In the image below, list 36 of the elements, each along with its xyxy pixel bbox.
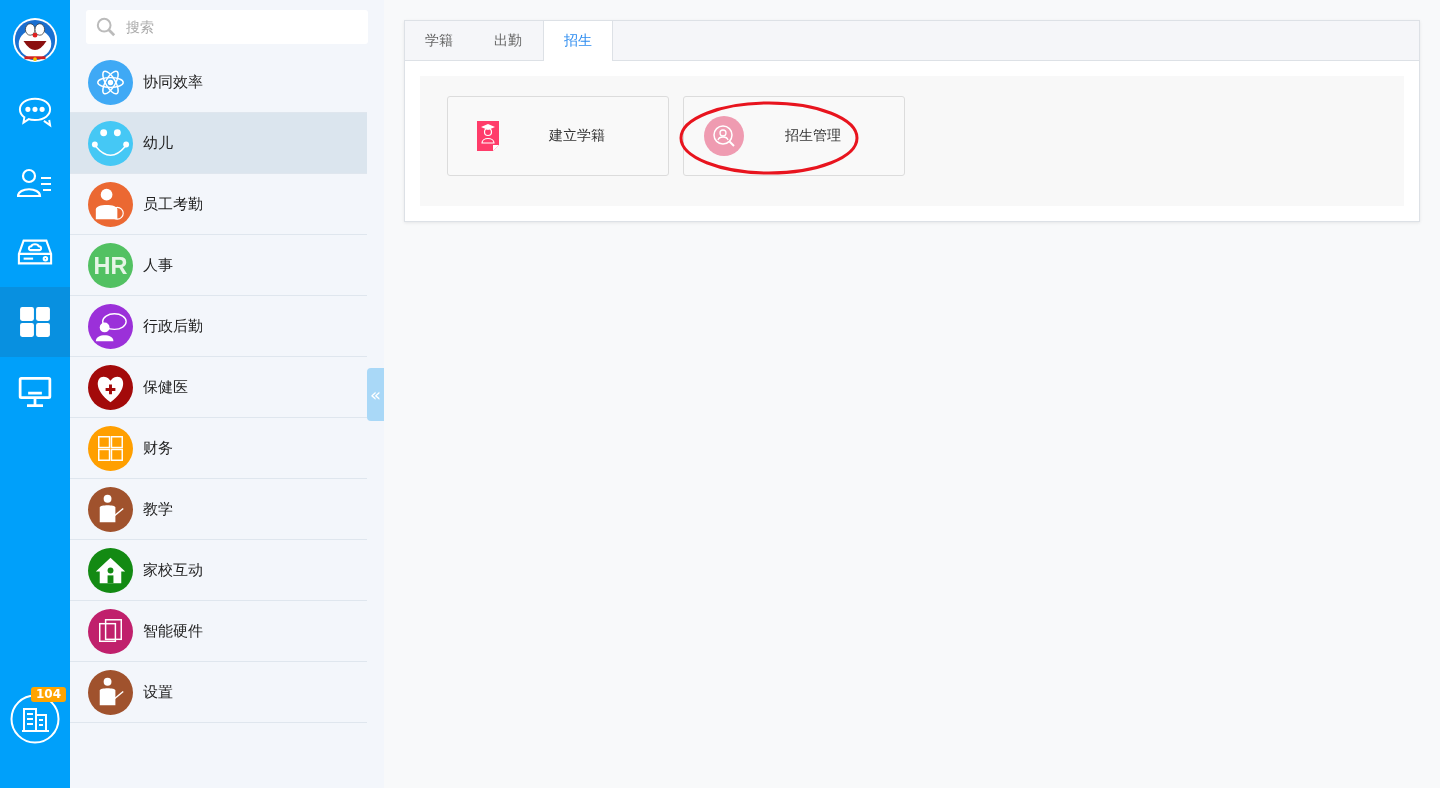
count-badge: 104 xyxy=(31,687,67,702)
avatar-icon[interactable] xyxy=(12,17,58,63)
sidebar-label: 智能硬件 xyxy=(143,621,203,641)
sidebar-item[interactable]: 智能硬件 xyxy=(70,601,367,662)
sidebar-label: 财务 xyxy=(143,438,173,458)
function-card[interactable]: 建立学籍 xyxy=(447,96,669,176)
sidebar-item[interactable]: 教学 xyxy=(70,479,367,540)
sidebar-label: 家校互动 xyxy=(143,560,203,580)
sidebar-item[interactable]: 设置 xyxy=(70,662,367,723)
contacts-icon xyxy=(17,166,53,198)
sidebar-item[interactable]: 家校互动 xyxy=(70,540,367,601)
sidebar-label: 人事 xyxy=(143,255,173,275)
sidebar-item[interactable]: 幼儿 xyxy=(70,113,367,174)
text-icon: HR xyxy=(88,242,133,288)
sidebar-label: 协同效率 xyxy=(143,72,203,92)
sidebar-label: 保健医 xyxy=(143,377,188,397)
sidebar-item[interactable]: 行政后勤 xyxy=(70,296,367,357)
sidebar-item[interactable]: 保健医 xyxy=(70,357,367,418)
monitor-icon xyxy=(17,376,53,408)
rail-tab[interactable] xyxy=(0,287,70,357)
sidebar-label: 教学 xyxy=(143,499,173,519)
search-field[interactable]: 搜索 xyxy=(86,10,368,44)
tab[interactable]: 学籍 xyxy=(405,21,474,60)
sidebar-label: 员工考勤 xyxy=(143,194,203,214)
sidebar-item[interactable]: 员工考勤 xyxy=(70,174,367,235)
sidebar-item[interactable]: HR 人事 xyxy=(70,235,367,296)
sidebar-label: 行政后勤 xyxy=(143,316,203,336)
tab[interactable]: 出勤 xyxy=(474,21,543,60)
tab[interactable]: 招生 xyxy=(543,21,613,61)
person-search-icon xyxy=(704,116,744,156)
function-card[interactable]: 招生管理 xyxy=(683,96,905,176)
sidebar-item[interactable]: 财务 xyxy=(70,418,367,479)
apps-grid-icon xyxy=(17,306,53,338)
sidebar-label: 幼儿 xyxy=(143,133,173,153)
sidebar-label: 设置 xyxy=(143,682,173,702)
chat-icon xyxy=(17,96,53,128)
